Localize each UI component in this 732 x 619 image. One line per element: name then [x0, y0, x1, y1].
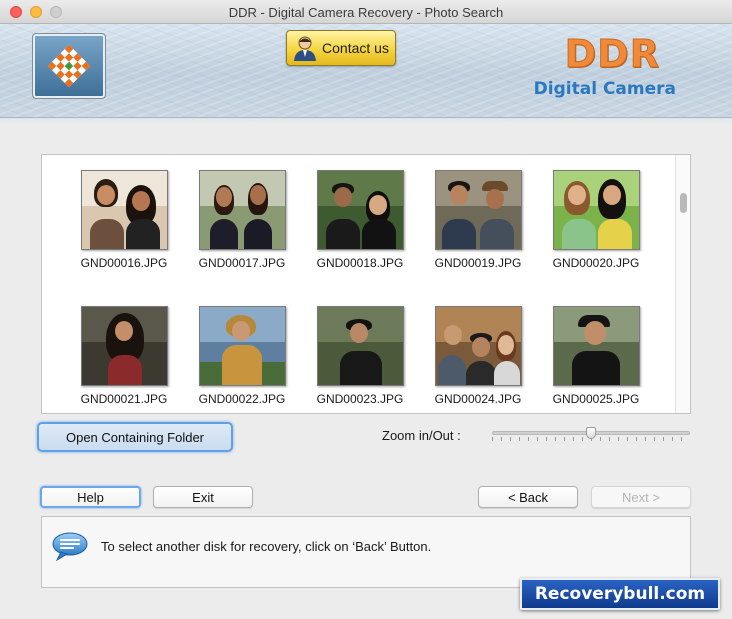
- photo-item[interactable]: GND00016.JPG: [65, 170, 183, 270]
- support-person-icon: [294, 36, 317, 61]
- photo-item[interactable]: GND00021.JPG: [65, 306, 183, 406]
- photo-filename: GND00023.JPG: [316, 392, 404, 406]
- photo-thumbnail[interactable]: [434, 306, 522, 386]
- photo-item[interactable]: GND00022.JPG: [183, 306, 301, 406]
- zoom-slider-knob[interactable]: [586, 427, 596, 439]
- photo-filename: GND00021.JPG: [80, 392, 168, 406]
- window-titlebar: DDR - Digital Camera Recovery - Photo Se…: [0, 0, 732, 24]
- photo-item[interactable]: GND00020.JPG: [537, 170, 655, 270]
- photo-thumbnail[interactable]: [316, 306, 404, 386]
- checkered-logo-icon: [47, 44, 91, 88]
- photo-filename: GND00022.JPG: [198, 392, 286, 406]
- open-containing-folder-button[interactable]: Open Containing Folder: [37, 422, 233, 452]
- recoverybull-watermark: Recoverybull.com: [520, 578, 720, 610]
- photo-filename: GND00019.JPG: [434, 256, 522, 270]
- photo-thumbnail[interactable]: [434, 170, 522, 250]
- photo-item[interactable]: GND00019.JPG: [419, 170, 537, 270]
- zoom-label: Zoom in/Out :: [382, 428, 461, 443]
- next-button[interactable]: Next >: [591, 486, 691, 508]
- photo-filename: GND00024.JPG: [434, 392, 522, 406]
- gallery-scroll-thumb[interactable]: [680, 193, 687, 213]
- gallery-scrollbar[interactable]: [675, 155, 690, 413]
- photo-filename: GND00025.JPG: [552, 392, 640, 406]
- photo-thumbnail[interactable]: [198, 170, 286, 250]
- header-divider: [0, 118, 732, 124]
- status-message: To select another disk for recovery, cli…: [101, 539, 432, 554]
- photo-filename: GND00018.JPG: [316, 256, 404, 270]
- photo-thumbnail[interactable]: [80, 306, 168, 386]
- window-title: DDR - Digital Camera Recovery - Photo Se…: [228, 5, 504, 20]
- photo-item[interactable]: GND00017.JPG: [183, 170, 301, 270]
- contact-us-label: Contact us: [322, 40, 389, 56]
- photo-filename: GND00017.JPG: [198, 256, 286, 270]
- photo-item[interactable]: GND00023.JPG: [301, 306, 419, 406]
- help-button[interactable]: Help: [40, 486, 141, 508]
- photo-item[interactable]: GND00024.JPG: [419, 306, 537, 406]
- contact-us-button[interactable]: Contact us: [286, 30, 396, 66]
- photo-thumbnail[interactable]: [552, 170, 640, 250]
- photo-filename: GND00020.JPG: [552, 256, 640, 270]
- brand-name: DDR: [564, 32, 660, 77]
- photo-thumbnail[interactable]: [198, 306, 286, 386]
- photo-item[interactable]: GND00025.JPG: [537, 306, 655, 406]
- photo-gallery[interactable]: GND00016.JPG GND00017.JPG GND00018.JPG G…: [41, 154, 691, 414]
- photo-thumbnail[interactable]: [552, 306, 640, 386]
- photo-thumbnail[interactable]: [80, 170, 168, 250]
- app-logo: [32, 33, 106, 99]
- exit-button[interactable]: Exit: [153, 486, 253, 508]
- photo-thumbnail[interactable]: [316, 170, 404, 250]
- photo-item[interactable]: GND00018.JPG: [301, 170, 419, 270]
- speech-bubble-icon: [52, 532, 88, 561]
- photo-filename: GND00016.JPG: [80, 256, 168, 270]
- back-button[interactable]: < Back: [478, 486, 578, 508]
- brand-subtitle: Digital Camera: [533, 79, 676, 99]
